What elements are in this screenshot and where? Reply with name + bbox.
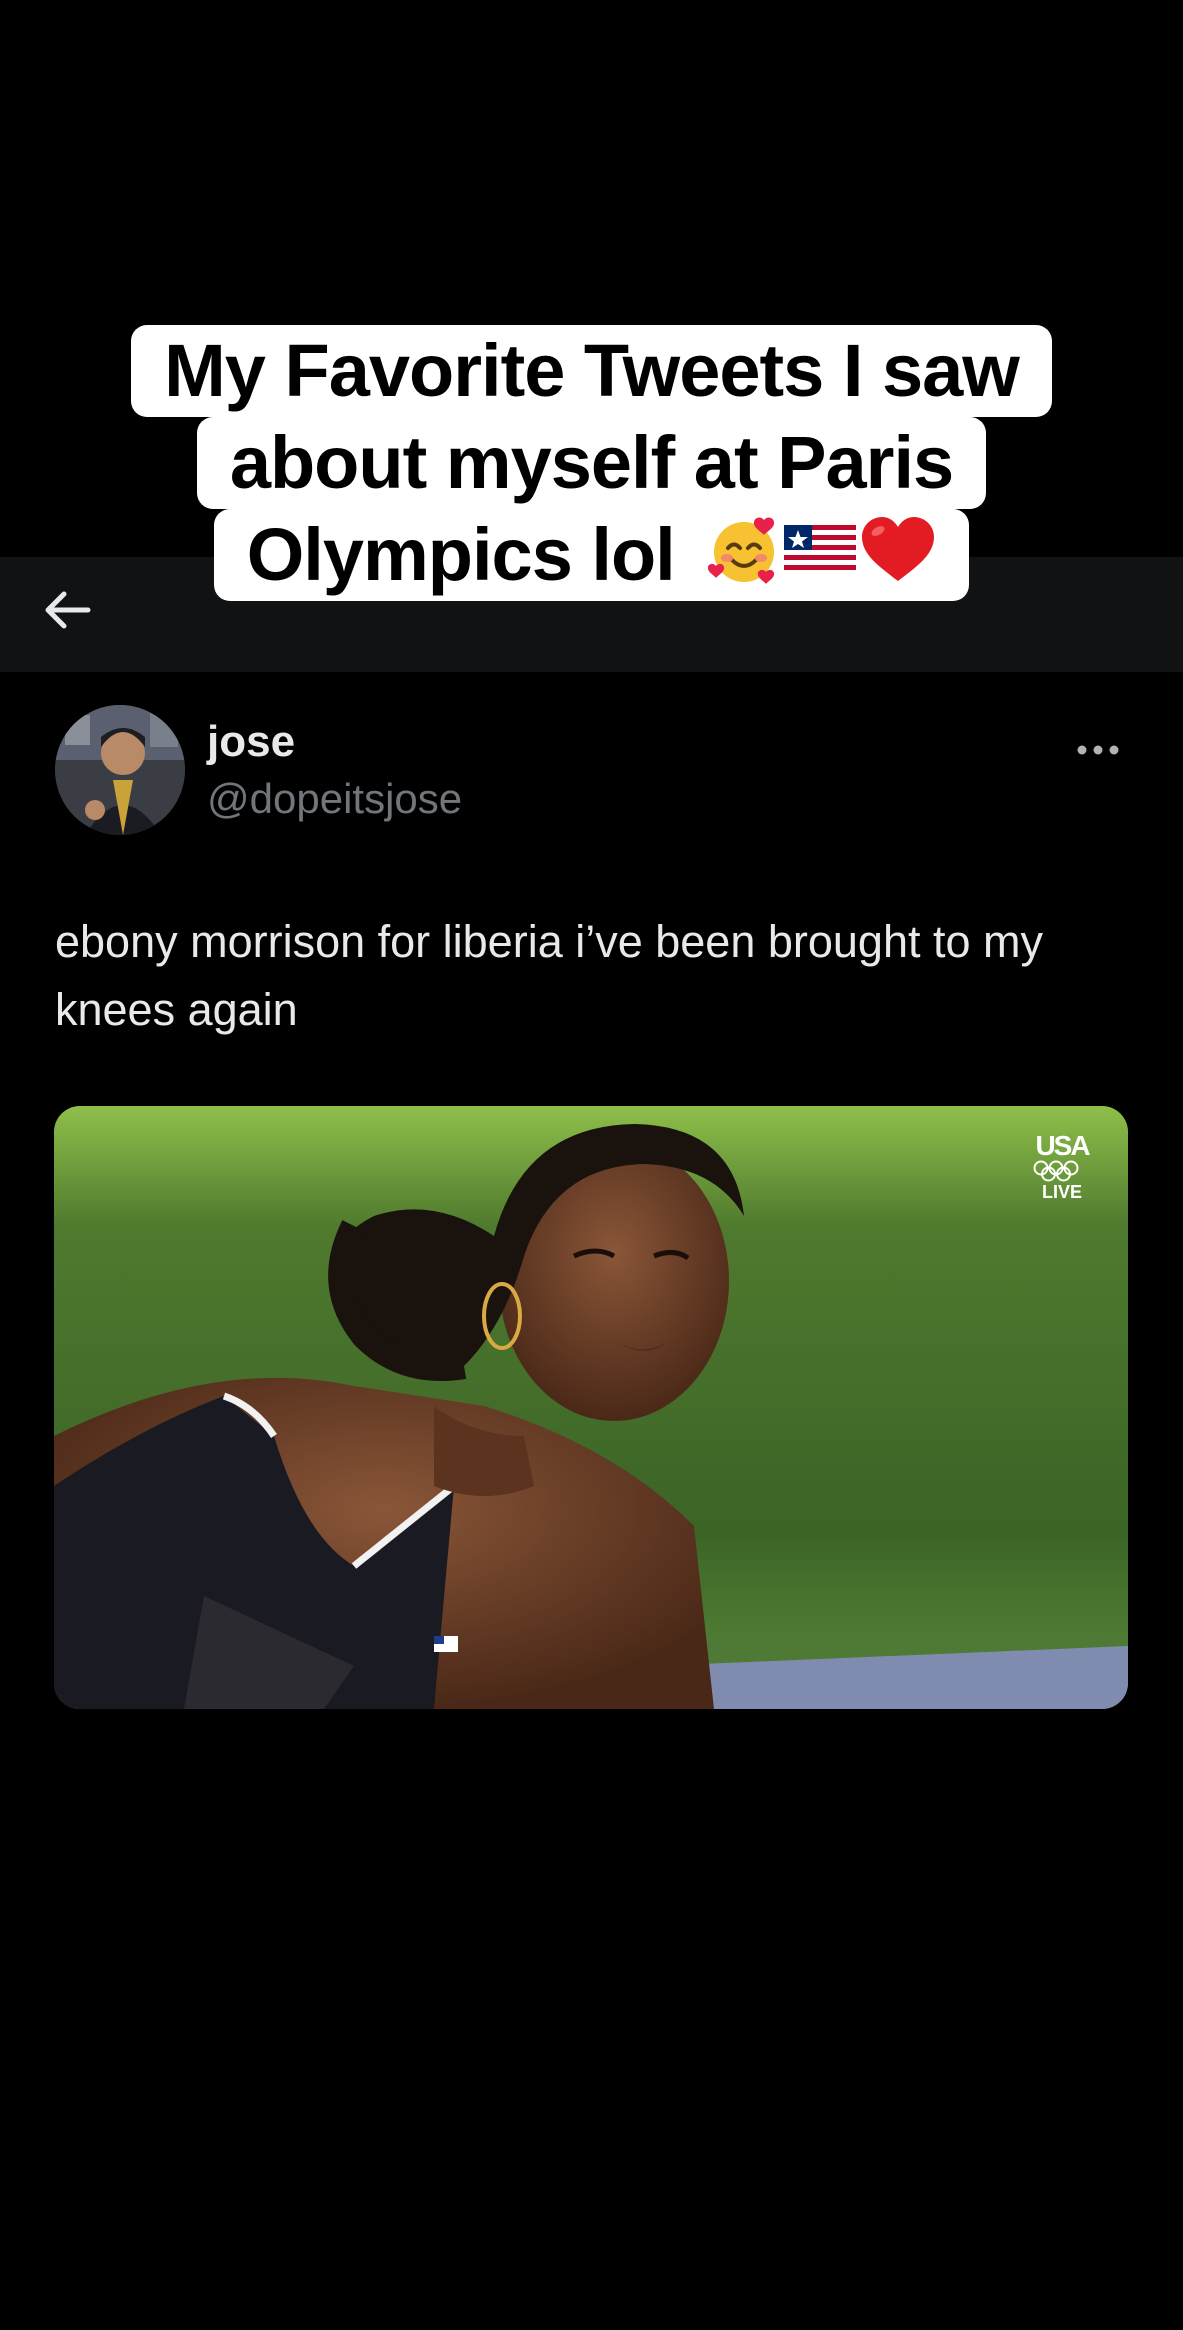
avatar[interactable] (55, 705, 185, 835)
live-label: LIVE (1041, 1182, 1082, 1202)
broadcaster-logo: USA (1035, 1130, 1090, 1161)
tweet-media-image[interactable]: USA LIVE (54, 1106, 1128, 1709)
more-horizontal-icon (1077, 745, 1119, 755)
liberia-flag-icon (784, 525, 857, 575)
athlete-photo (54, 1106, 1128, 1709)
tweet-text: ebony morrison for liberia i’ve been bro… (55, 916, 1044, 1035)
more-options-button[interactable] (1068, 725, 1128, 775)
avatar-image (55, 705, 185, 835)
smiling-face-with-hearts-icon (708, 517, 775, 584)
red-heart-icon (862, 517, 935, 581)
caption-emojis (708, 514, 936, 586)
caption-line-1: My Favorite Tweets I saw (131, 325, 1052, 417)
caption-line-3: Olympics lol (246, 513, 676, 596)
caption-line-3-wrap: Olympics lol (213, 509, 970, 601)
display-name[interactable]: jose (207, 717, 295, 767)
video-caption: My Favorite Tweets I saw about myself at… (0, 325, 1183, 601)
tweet-header: jose @dopeitsjose (55, 705, 1128, 837)
caption-line-2: about myself at Paris (196, 417, 987, 509)
olympic-rings-icon (1033, 1160, 1079, 1182)
broadcaster-watermark: USA LIVE (1032, 1132, 1092, 1202)
user-handle[interactable]: @dopeitsjose (207, 775, 462, 823)
